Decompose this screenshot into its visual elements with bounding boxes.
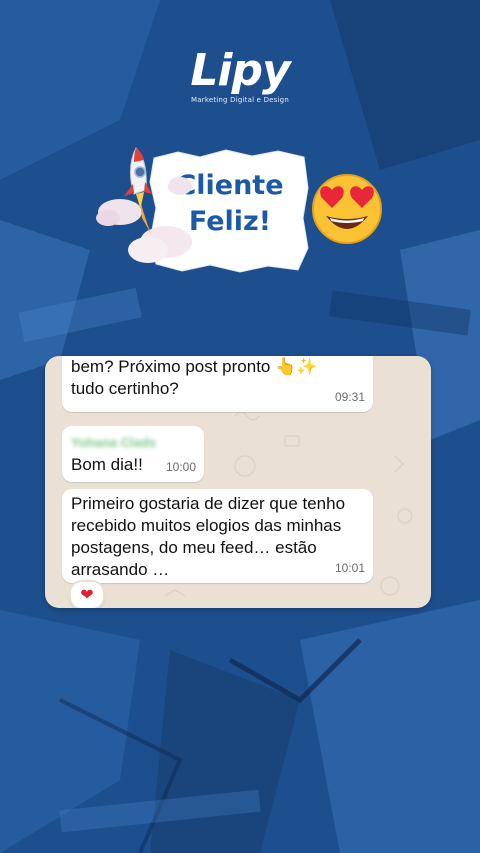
message-timestamp: 10:01 [334,561,365,575]
message-text: Primeiro gostaria de dizer que tenho rec… [71,493,365,581]
message-bubble-incoming[interactable]: Yohana Clads Bom dia!! 10:00 [62,426,204,482]
brand-logo: Lipy Marketing Digital e Design [0,45,480,105]
chat-screenshot: bem? Próximo post pronto 👆✨ tudo certinh… [45,356,431,608]
message-line: postagens, do meu feed… estão [71,538,317,557]
message-line: recebido muitos elogios das minhas [71,516,342,535]
message-line: arrasando … [71,560,170,579]
logo-tagline: Marketing Digital e Design [191,96,289,104]
heart-eyes-emoji-icon [312,174,382,244]
message-line: Primeiro gostaria de dizer que tenho [71,494,346,513]
message-bubble-outgoing[interactable]: bem? Próximo post pronto 👆✨ tudo certinh… [62,356,373,412]
logo-wordmark: Lipy [190,45,290,96]
rocket-icon [96,147,192,263]
heart-reaction-icon[interactable]: ❤ [69,580,105,608]
message-line: tudo certinho? [71,379,179,398]
sender-name-blurred: Yohana Clads [71,435,157,450]
message-timestamp: 10:00 [165,460,196,474]
message-timestamp: 09:31 [334,390,365,404]
pointing-sparkles-emoji: 👆✨ [275,357,318,377]
message-text: Bom dia!! [71,455,143,474]
message-bubble-incoming[interactable]: Primeiro gostaria de dizer que tenho rec… [62,489,373,583]
message-line: bem? Próximo post pronto [71,357,271,376]
message-text: bem? Próximo post pronto 👆✨ tudo certinh… [71,356,361,400]
